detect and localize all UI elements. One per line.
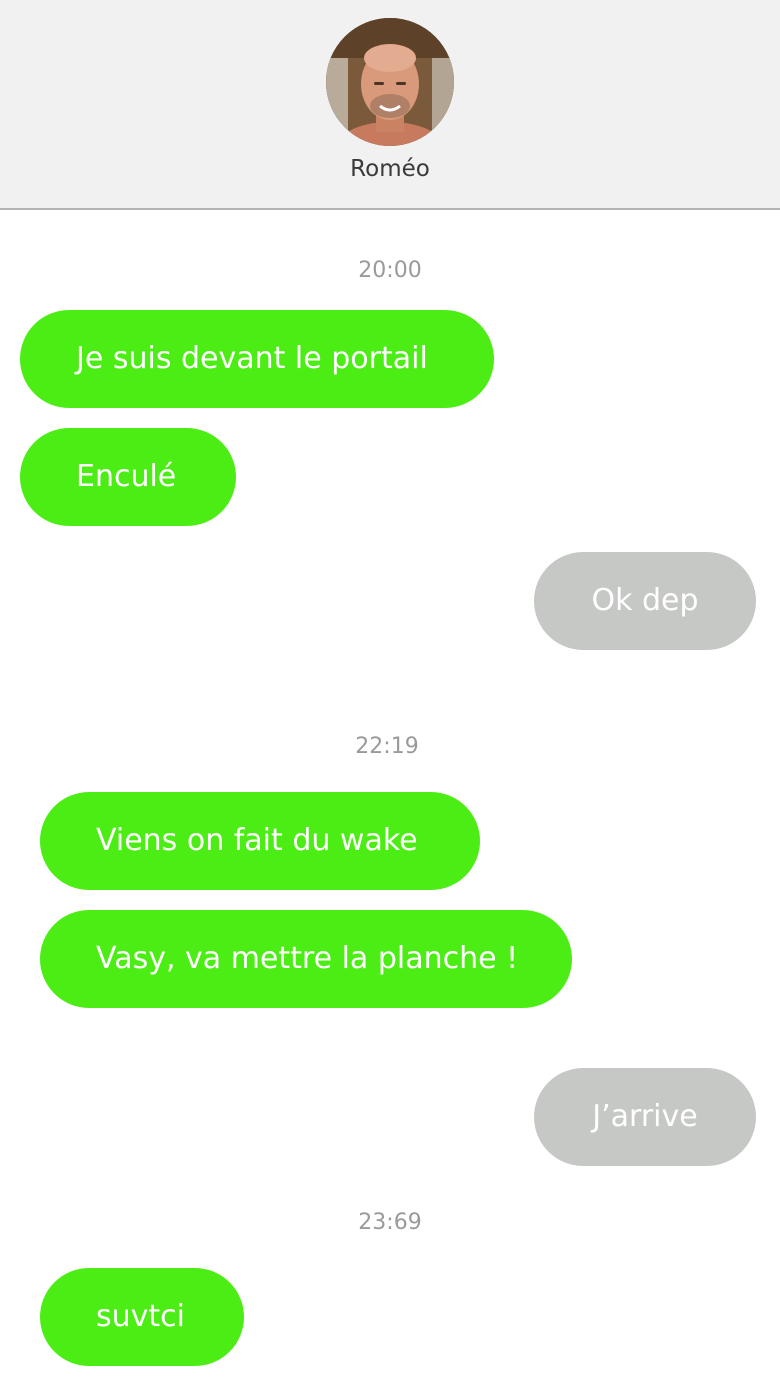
message-bubble-outgoing[interactable]: Ok dep <box>534 552 756 650</box>
contact-avatar[interactable] <box>326 18 454 146</box>
message-bubble-incoming[interactable]: Je suis devant le portail <box>20 310 494 408</box>
timestamp: 22:19 <box>355 734 419 759</box>
contact-name: Roméo <box>350 156 430 182</box>
message-bubble-incoming[interactable]: Viens on fait du wake <box>40 792 480 890</box>
chat-header: Roméo <box>0 0 780 210</box>
message-bubble-outgoing[interactable]: J’arrive <box>534 1068 756 1166</box>
message-bubble-incoming[interactable]: Enculé <box>20 428 236 526</box>
message-bubble-incoming[interactable]: Vasy, va mettre la planche ! <box>40 910 572 1008</box>
timestamp: 20:00 <box>358 258 422 283</box>
avatar-photo-icon <box>326 18 454 146</box>
message-bubble-incoming[interactable]: suvtci <box>40 1268 244 1366</box>
timestamp: 23:69 <box>358 1210 422 1235</box>
